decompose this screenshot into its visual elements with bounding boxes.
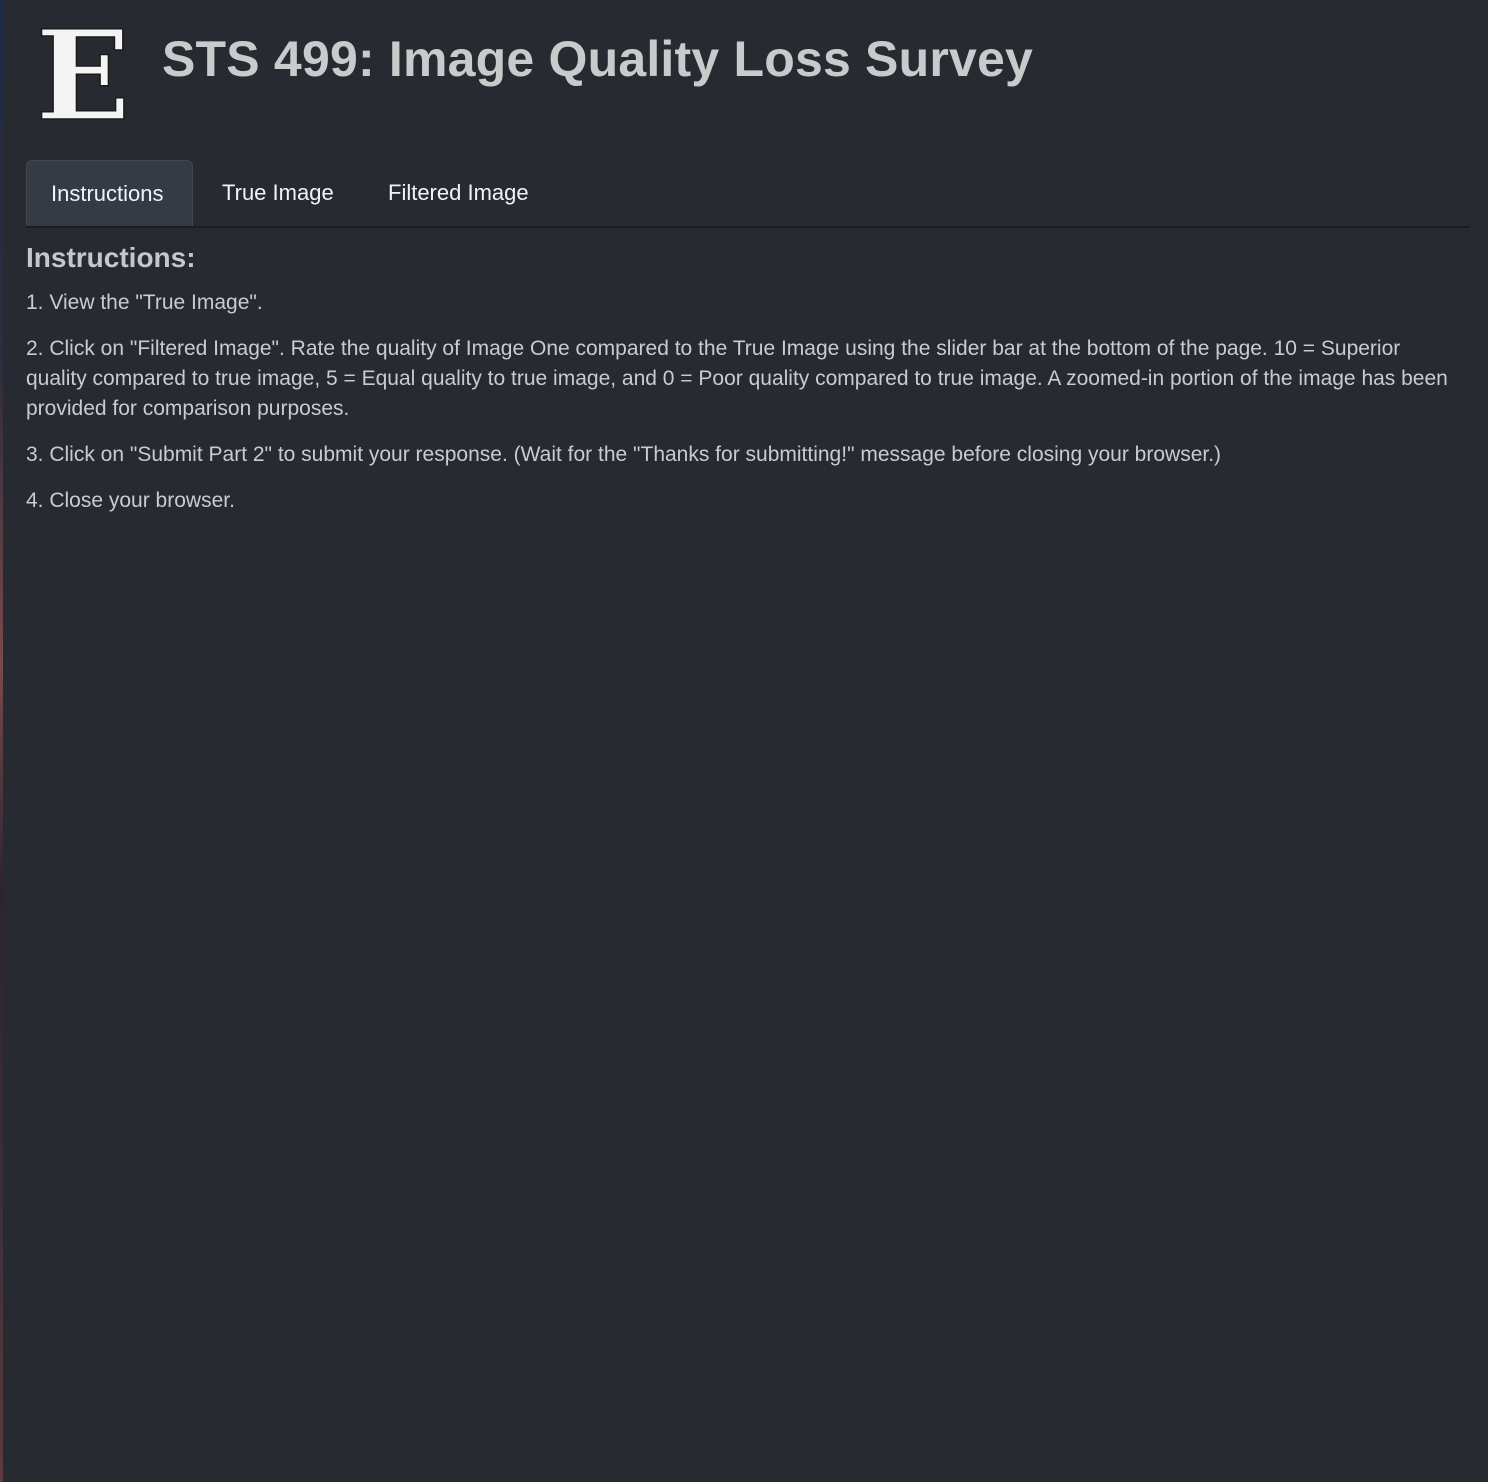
instruction-step-4: 4. Close your browser. bbox=[26, 489, 235, 512]
tab-true-image[interactable]: True Image bbox=[198, 160, 358, 224]
tab-instructions[interactable]: Instructions bbox=[26, 160, 193, 226]
instruction-step-1: 1. View the "True Image". bbox=[26, 291, 263, 314]
tab-bar: Instructions True Image Filtered Image bbox=[26, 160, 1470, 228]
tab-content-instructions: Instructions: 1. View the "True Image". … bbox=[26, 240, 1466, 532]
instructions-heading: Instructions: bbox=[26, 242, 196, 273]
tab-filtered-image[interactable]: Filtered Image bbox=[364, 160, 553, 224]
logo-letter: E bbox=[36, 24, 131, 132]
window-edge bbox=[0, 0, 3, 1482]
logo-e-icon: E bbox=[30, 24, 136, 132]
instruction-step-2: 2. Click on "Filtered Image". Rate the q… bbox=[26, 337, 1448, 420]
page-title: STS 499: Image Quality Loss Survey bbox=[162, 31, 1034, 87]
page-header: E STS 499: Image Quality Loss Survey bbox=[30, 24, 1450, 134]
instruction-step-3: 3. Click on "Submit Part 2" to submit yo… bbox=[26, 443, 1222, 466]
